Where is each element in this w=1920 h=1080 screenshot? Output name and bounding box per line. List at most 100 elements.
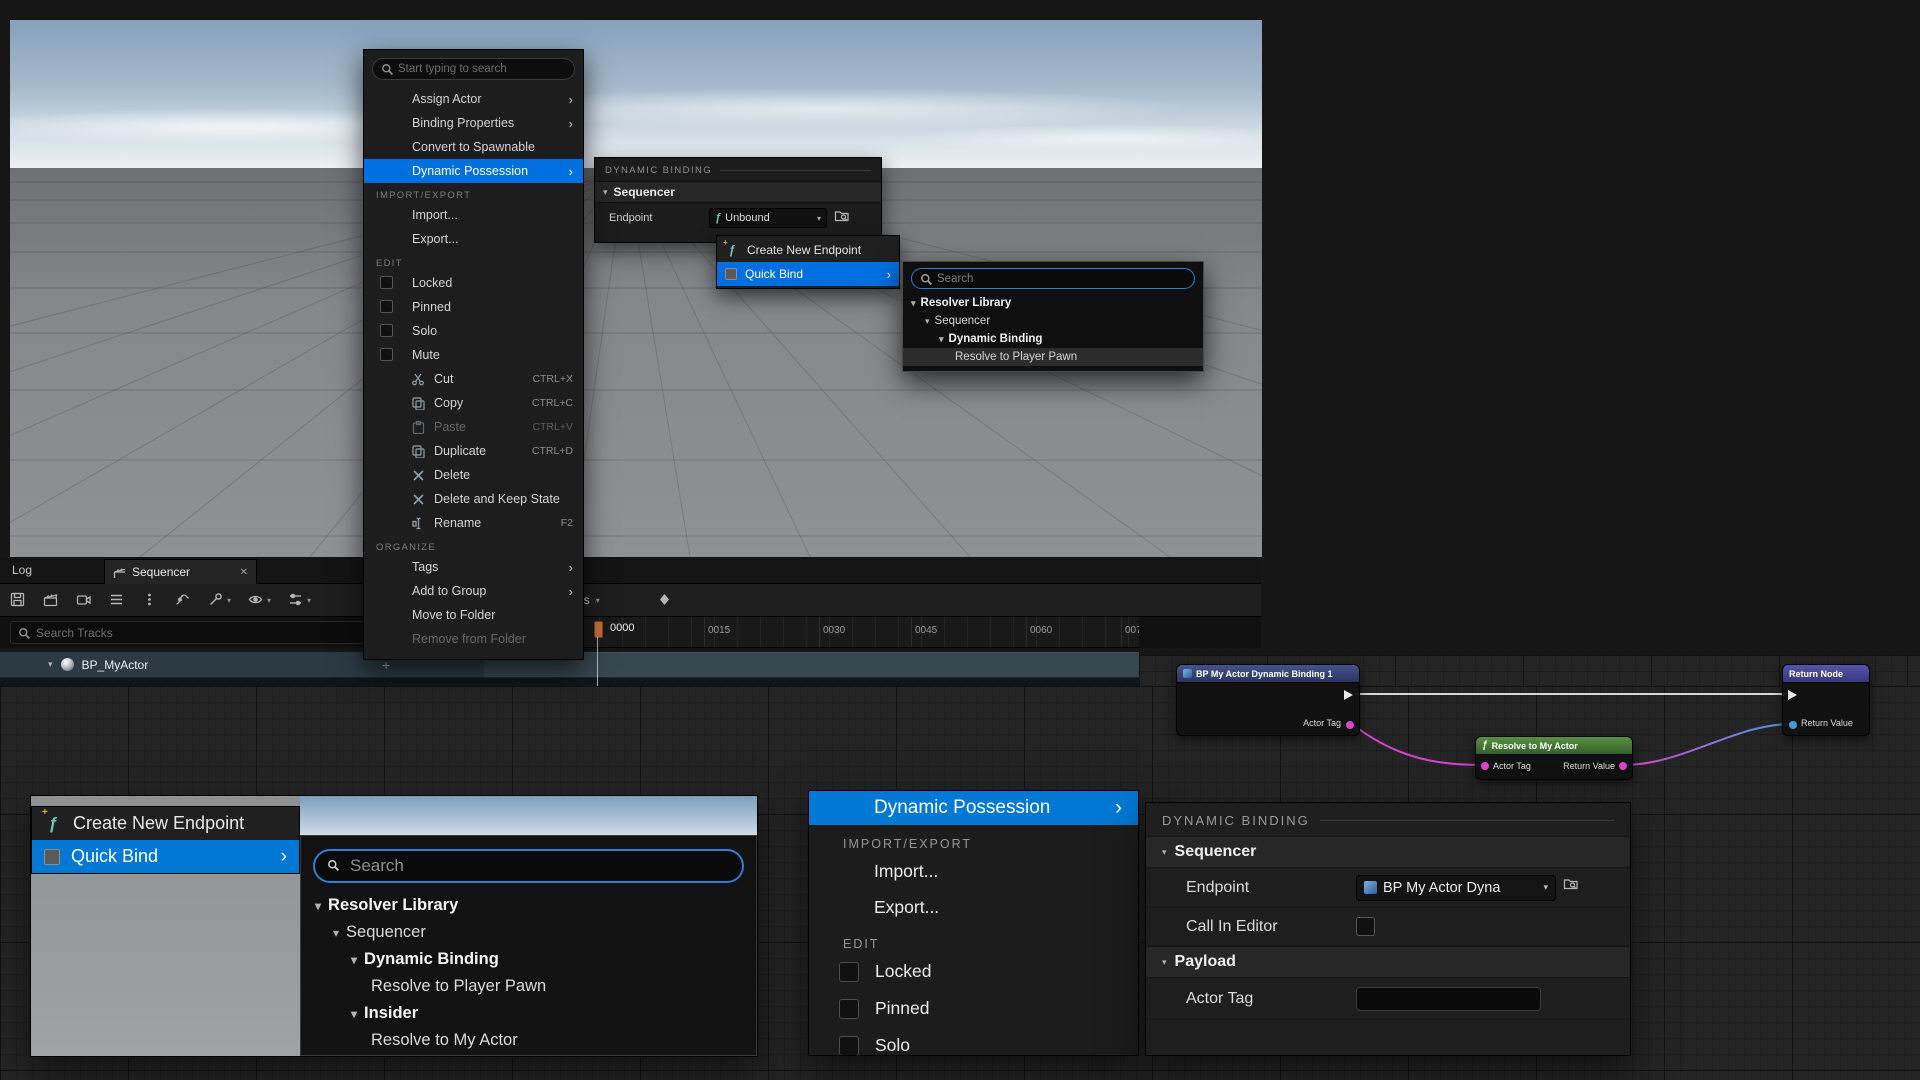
expand-arrow-icon[interactable]: ▾ (315, 899, 321, 913)
menu-section-import-export: IMPORT/EXPORT (364, 183, 583, 203)
expand-arrow-icon[interactable]: ▾ (911, 298, 916, 309)
menu-item-solo[interactable]: Solo (364, 319, 583, 343)
browse-asset-button[interactable] (834, 208, 850, 229)
sequencer-section-header[interactable]: ▾ Sequencer (595, 181, 881, 203)
curve-editor-button[interactable] (175, 592, 191, 608)
resolver-search-box[interactable] (911, 268, 1195, 289)
checkbox[interactable] (380, 348, 393, 361)
return-value-in-pin[interactable] (1789, 721, 1797, 729)
exec-out-pin[interactable] (1344, 690, 1353, 700)
render-movie-button[interactable] (43, 592, 59, 608)
endpoint-label: Endpoint (609, 212, 709, 224)
checkbox[interactable] (380, 276, 393, 289)
checkbox[interactable] (839, 962, 859, 982)
checkbox[interactable] (839, 1036, 859, 1056)
keyframe-options-button[interactable] (657, 592, 673, 608)
tree-item-resolve-to-player-pawn[interactable]: Resolve to Player Pawn (301, 973, 756, 1000)
log-pane-label[interactable]: Log (12, 557, 32, 584)
resolver-search-input[interactable] (937, 273, 1186, 285)
menu-item-dynamic-possession[interactable]: Dynamic Possession › (809, 791, 1138, 825)
menu-item-move-to-folder[interactable]: Move to Folder (364, 603, 583, 627)
resolver-search-box[interactable] (313, 849, 744, 883)
menu-item-export[interactable]: Export... (364, 227, 583, 251)
menu-item-tags[interactable]: Tags› (364, 555, 583, 579)
menu-item-copy[interactable]: CopyCTRL+C (364, 391, 583, 415)
menu-item-pinned[interactable]: Pinned (809, 990, 1138, 1027)
menu-item-import[interactable]: Import... (364, 203, 583, 227)
actor-tag-label: Actor Tag (1146, 990, 1356, 1008)
expand-arrow-icon[interactable]: ▾ (939, 334, 944, 345)
pin-label: Actor Tag (1303, 718, 1341, 728)
expand-arrow-icon[interactable]: ▾ (351, 953, 357, 967)
checkbox[interactable] (839, 999, 859, 1019)
close-icon[interactable]: ✕ (240, 567, 248, 578)
exec-in-pin[interactable] (1788, 690, 1797, 700)
menu-item-duplicate[interactable]: DuplicateCTRL+D (364, 439, 583, 463)
actor-tag-input[interactable] (1356, 987, 1541, 1011)
menu-item-mute[interactable]: Mute (364, 343, 583, 367)
tree-item-dynamic-binding[interactable]: ▾Dynamic Binding (301, 946, 756, 973)
menu-item-export[interactable]: Export... (809, 889, 1138, 925)
menu-item-import[interactable]: Import... (809, 853, 1138, 889)
menu-item-pinned[interactable]: Pinned (364, 295, 583, 319)
menu-item-locked[interactable]: Locked (809, 953, 1138, 990)
tree-item-dynamic-binding[interactable]: ▾Dynamic Binding (903, 330, 1203, 348)
view-options-dropdown[interactable]: ▾ (248, 592, 271, 608)
actor-tag-in-pin[interactable] (1481, 762, 1489, 770)
kebab-menu-icon[interactable] (142, 592, 158, 608)
sequencer-section-header[interactable]: ▾ Sequencer (1146, 836, 1630, 868)
save-button[interactable] (10, 592, 26, 608)
expand-arrow-icon[interactable]: ▾ (925, 316, 930, 327)
actions-dropdown[interactable]: ▾ (208, 592, 231, 608)
menu-item-delete[interactable]: Delete (364, 463, 583, 487)
menu-item-quick-bind[interactable]: Quick Bind › (717, 262, 899, 286)
playback-options-dropdown[interactable]: ▾ (288, 592, 311, 608)
node-binding-event[interactable]: BP My Actor Dynamic Binding 1 Actor Tag (1176, 664, 1360, 736)
node-resolve-function[interactable]: ƒ Resolve to My Actor Actor Tag Return V… (1475, 736, 1633, 780)
return-value-out-pin[interactable] (1619, 762, 1627, 770)
browse-asset-button[interactable] (1563, 876, 1581, 899)
menu-item-rename[interactable]: RenameF2 (364, 511, 583, 535)
cut-icon (411, 372, 425, 386)
menu-item-convert-to-spawnable[interactable]: Convert to Spawnable (364, 135, 583, 159)
checkbox[interactable] (380, 300, 393, 313)
menu-item-dynamic-possession[interactable]: Dynamic Possession› (364, 159, 583, 183)
tree-item-insider[interactable]: ▾Insider (301, 1000, 756, 1027)
menu-item-solo[interactable]: Solo (809, 1027, 1138, 1056)
node-return[interactable]: Return Node Return Value (1782, 664, 1870, 736)
expand-arrow-icon[interactable]: ▾ (351, 1007, 357, 1021)
tree-item-resolve-to-my-actor[interactable]: Resolve to My Actor (301, 1027, 756, 1054)
menu-item-locked[interactable]: Locked (364, 271, 583, 295)
menu-item-delete-keep-state[interactable]: Delete and Keep State (364, 487, 583, 511)
menu-search-box[interactable] (372, 58, 575, 80)
menu-item-binding-properties[interactable]: Binding Properties› (364, 111, 583, 135)
expand-arrow-icon[interactable]: ▾ (48, 659, 53, 670)
tree-item-resolver-library[interactable]: ▾Resolver Library (301, 892, 756, 919)
inset-sky (300, 796, 757, 835)
tree-item-resolve-to-player-pawn[interactable]: Resolve to Player Pawn (903, 348, 1203, 366)
create-camera-button[interactable] (76, 592, 92, 608)
menu-item-quick-bind[interactable]: Quick Bind › (32, 840, 299, 873)
resolver-search-input[interactable] (350, 856, 730, 876)
playhead-marker[interactable] (594, 621, 603, 638)
menu-search-input[interactable] (398, 63, 566, 75)
actor-tag-pin[interactable] (1346, 721, 1354, 729)
tab-sequencer[interactable]: Sequencer ✕ (104, 559, 257, 584)
tree-item-sequencer[interactable]: ▾Sequencer (301, 919, 756, 946)
checkbox[interactable] (380, 324, 393, 337)
menu-item-assign-actor[interactable]: Assign Actor› (364, 87, 583, 111)
menu-item-create-new-endpoint[interactable]: +ƒ Create New Endpoint (717, 238, 899, 262)
endpoint-value: BP My Actor Dyna (1383, 880, 1537, 896)
endpoint-dropdown[interactable]: ƒ Unbound ▾ (709, 208, 827, 228)
menu-item-cut[interactable]: CutCTRL+X (364, 367, 583, 391)
tree-item-sequencer[interactable]: ▾Sequencer (903, 312, 1203, 330)
menu-item-add-to-group[interactable]: Add to Group› (364, 579, 583, 603)
tree-item-resolver-library[interactable]: ▾Resolver Library (903, 294, 1203, 312)
menu-item-create-new-endpoint[interactable]: +ƒ Create New Endpoint (32, 807, 299, 840)
expand-arrow-icon[interactable]: ▾ (333, 926, 339, 940)
ruler-tick (911, 617, 912, 648)
payload-section-header[interactable]: ▾ Payload (1146, 946, 1630, 978)
call-in-editor-checkbox[interactable] (1356, 917, 1375, 936)
track-list-button[interactable] (109, 592, 125, 608)
endpoint-dropdown[interactable]: BP My Actor Dyna ▾ (1356, 875, 1556, 901)
